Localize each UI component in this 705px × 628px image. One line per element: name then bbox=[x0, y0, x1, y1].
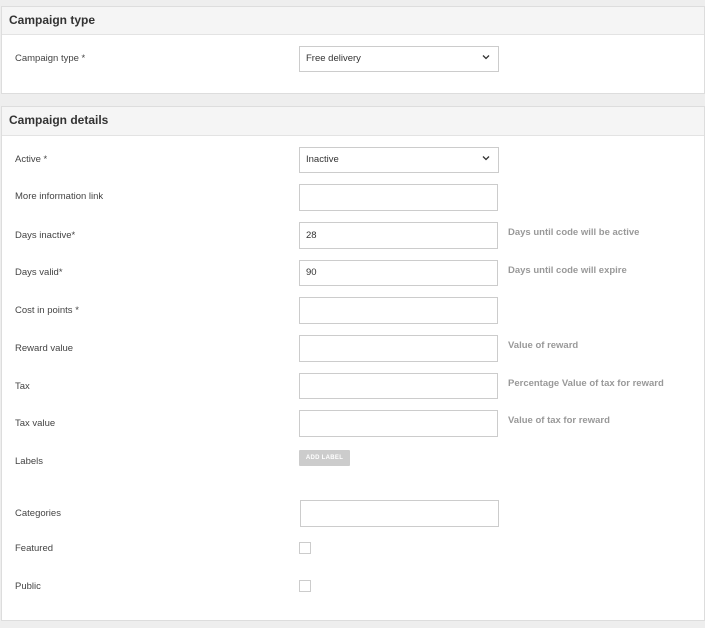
panel-title: Campaign type bbox=[9, 13, 96, 27]
public-row: Public bbox=[2, 579, 704, 607]
featured-checkbox[interactable] bbox=[299, 542, 311, 554]
campaign-type-panel-header: Campaign type bbox=[2, 7, 704, 35]
active-label: Active * bbox=[15, 154, 48, 165]
days-valid-input[interactable]: 90 bbox=[299, 260, 498, 286]
chevron-down-icon bbox=[482, 156, 490, 161]
tax-value-hint: Value of tax for reward bbox=[508, 415, 610, 426]
cost-points-input[interactable] bbox=[299, 297, 498, 324]
campaign-type-label: Campaign type * bbox=[15, 53, 86, 64]
campaign-type-select[interactable]: Free delivery bbox=[299, 46, 499, 72]
tax-value-label: Tax value bbox=[15, 418, 56, 429]
public-checkbox[interactable] bbox=[299, 580, 311, 592]
tax-hint: Percentage Value of tax for reward bbox=[508, 378, 664, 389]
categories-label: Categories bbox=[15, 508, 61, 519]
reward-value-input[interactable] bbox=[299, 335, 498, 362]
days-valid-hint: Days until code will expire bbox=[508, 265, 627, 276]
reward-value-hint: Value of reward bbox=[508, 340, 579, 351]
campaign-details-panel-header: Campaign details bbox=[2, 107, 704, 136]
cost-points-label: Cost in points * bbox=[15, 305, 79, 316]
campaign-type-panel: Campaign type Campaign type * Free deliv… bbox=[1, 6, 705, 94]
more-info-label: More information link bbox=[15, 191, 104, 202]
active-select[interactable]: Inactive bbox=[299, 147, 499, 173]
labels-row: Labels ADD LABEL bbox=[2, 450, 704, 478]
featured-row: Featured bbox=[2, 541, 704, 569]
reward-value-row: Reward value Value of reward bbox=[2, 335, 704, 363]
labels-label: Labels bbox=[15, 456, 43, 467]
days-inactive-hint: Days until code will be active bbox=[508, 227, 640, 238]
active-row: Active * Inactive bbox=[2, 147, 704, 175]
days-inactive-input[interactable]: 28 bbox=[299, 222, 498, 249]
tax-row: Tax Percentage Value of tax for reward bbox=[2, 373, 704, 401]
campaign-type-row: Campaign type * Free delivery bbox=[2, 46, 704, 74]
tax-input[interactable] bbox=[299, 373, 498, 399]
tax-value-row: Tax value Value of tax for reward bbox=[2, 410, 704, 438]
public-label: Public bbox=[15, 581, 41, 592]
active-select-value: Inactive bbox=[306, 154, 339, 165]
tax-label: Tax bbox=[15, 381, 30, 392]
categories-input[interactable] bbox=[300, 500, 499, 527]
cost-points-row: Cost in points * bbox=[2, 297, 704, 325]
more-info-row: More information link bbox=[2, 184, 704, 212]
more-info-input[interactable] bbox=[299, 184, 498, 211]
categories-row: Categories bbox=[2, 500, 704, 528]
days-inactive-row: Days inactive* 28 Days until code will b… bbox=[2, 222, 704, 250]
chevron-down-icon bbox=[482, 55, 490, 60]
days-valid-label: Days valid* bbox=[15, 267, 63, 278]
campaign-type-select-value: Free delivery bbox=[306, 53, 361, 64]
days-inactive-label: Days inactive* bbox=[15, 230, 76, 241]
featured-label: Featured bbox=[15, 543, 54, 554]
reward-value-label: Reward value bbox=[15, 343, 74, 354]
days-valid-row: Days valid* 90 Days until code will expi… bbox=[2, 260, 704, 288]
campaign-details-panel: Campaign details Active * Inactive More … bbox=[1, 106, 705, 621]
panel-title: Campaign details bbox=[9, 113, 109, 127]
tax-value-input[interactable] bbox=[299, 410, 498, 437]
add-label-button[interactable]: ADD LABEL bbox=[299, 450, 350, 466]
